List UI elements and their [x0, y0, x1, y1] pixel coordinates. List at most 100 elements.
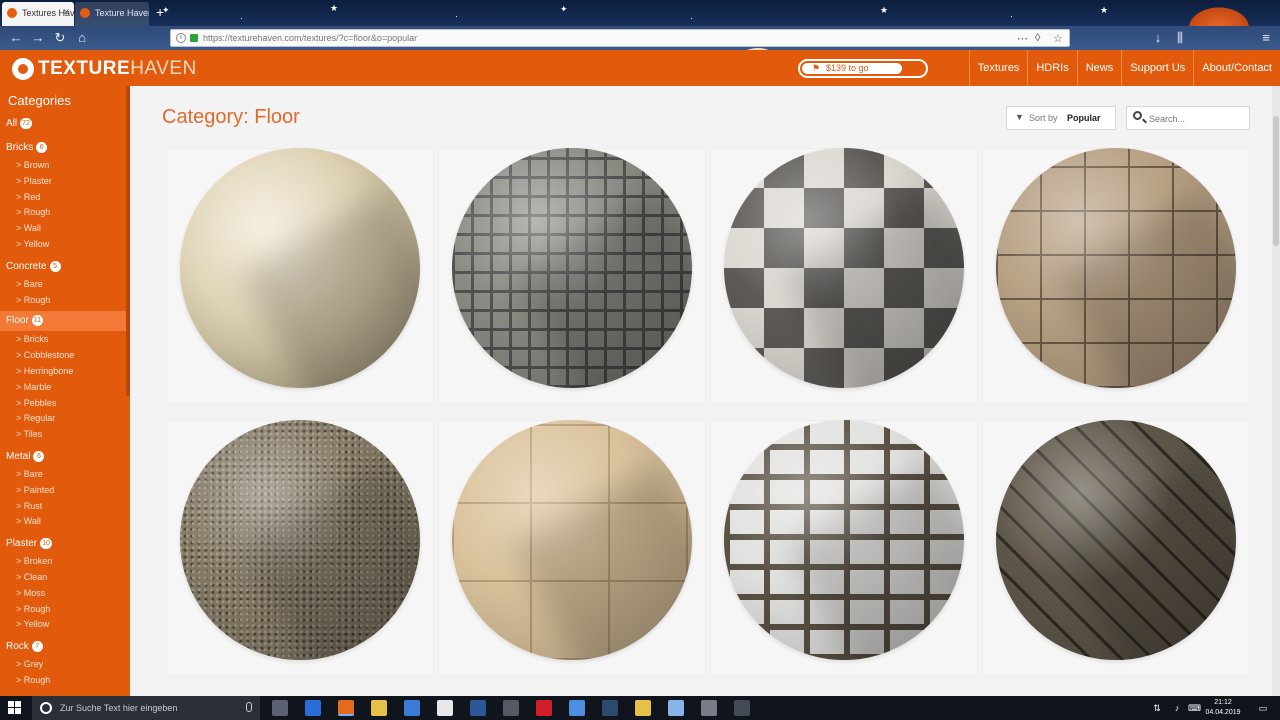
- pocket-icon[interactable]: ◊: [1035, 32, 1040, 44]
- scrollbar-thumb[interactable]: [1273, 116, 1279, 246]
- texture-card-dark-small-tiles[interactable]: [438, 148, 706, 404]
- sidebar-subcategory-marble[interactable]: > Marble: [16, 382, 51, 392]
- nav-about-contact[interactable]: About/Contact: [1193, 50, 1280, 86]
- sidebar-subcategory-clean[interactable]: > Clean: [16, 572, 47, 582]
- page-actions-icon[interactable]: ⋯: [1017, 32, 1028, 45]
- reload-icon[interactable]: ↻: [52, 30, 68, 46]
- sidebar-category-all[interactable]: All 72: [6, 118, 32, 129]
- info-icon[interactable]: i: [176, 33, 186, 43]
- sidebar-category-floor[interactable]: Floor 11: [0, 311, 126, 332]
- url-bar[interactable]: i https://texturehaven.com/textures/?c=f…: [170, 29, 1070, 47]
- texture-card-sandstone-tiles[interactable]: [438, 420, 706, 676]
- firefox-icon[interactable]: [338, 700, 354, 716]
- notification-center-icon[interactable]: ▭: [1258, 703, 1268, 713]
- sidebar-subcategory-tiles[interactable]: > Tiles: [16, 429, 42, 439]
- nav-news[interactable]: News: [1076, 50, 1122, 86]
- patreon-goal-progress[interactable]: ⚑ $139 to go: [798, 59, 928, 78]
- sidebar-subcategory-pebbles[interactable]: > Pebbles: [16, 398, 56, 408]
- clock[interactable]: 21:12 04.04.2019: [1203, 698, 1243, 718]
- edge-icon[interactable]: [305, 700, 321, 716]
- sidebar-subcategory-yellow[interactable]: > Yellow: [16, 239, 49, 249]
- steam-icon[interactable]: [602, 700, 618, 716]
- sidebar-subcategory-broken[interactable]: > Broken: [16, 556, 52, 566]
- sidebar-category-plaster[interactable]: Plaster 10: [6, 538, 52, 549]
- nav-support-us[interactable]: Support Us: [1121, 50, 1193, 86]
- photos-icon[interactable]: [569, 700, 585, 716]
- tab-texturehaven-active[interactable]: Textures Haven ✕: [2, 2, 74, 26]
- sort-dropdown[interactable]: ▼ Sort by Popular: [1006, 106, 1116, 130]
- store-icon[interactable]: [437, 700, 453, 716]
- sidebar-subcategory-regular[interactable]: > Regular: [16, 413, 55, 423]
- back-icon[interactable]: ←: [8, 30, 24, 46]
- mail-icon[interactable]: [404, 700, 420, 716]
- sidebar-subcategory-wall[interactable]: > Wall: [16, 223, 41, 233]
- sidebar-subcategory-rough[interactable]: > Rough: [16, 295, 50, 305]
- texture-card-white-cobblestone[interactable]: [710, 420, 978, 676]
- file-explorer-icon[interactable]: [371, 700, 387, 716]
- sidebar-subcategory-rough[interactable]: > Rough: [16, 675, 50, 685]
- sidebar-subcategory-herringbone[interactable]: > Herringbone: [16, 366, 73, 376]
- texture-preview-sphere[interactable]: [452, 148, 692, 388]
- sidebar-category-bricks[interactable]: Bricks 6: [6, 142, 48, 153]
- search-input[interactable]: [1149, 111, 1245, 126]
- texture-card-gravel[interactable]: [166, 420, 434, 676]
- texture-preview-sphere[interactable]: [996, 148, 1236, 388]
- volume-icon[interactable]: ♪: [1172, 703, 1182, 713]
- task-view-icon[interactable]: [272, 700, 288, 716]
- home-icon[interactable]: ⌂: [74, 30, 90, 46]
- files-icon[interactable]: [668, 700, 684, 716]
- nav-hdris[interactable]: HDRIs: [1027, 50, 1076, 86]
- sidebar-subcategory-red[interactable]: > Red: [16, 192, 40, 202]
- texture-preview-sphere[interactable]: [996, 420, 1236, 660]
- nav-textures[interactable]: Textures: [968, 50, 1028, 86]
- close-icon[interactable]: ✕: [62, 7, 70, 18]
- sidebar-subcategory-bricks[interactable]: > Bricks: [16, 334, 48, 344]
- main-scrollbar[interactable]: [1272, 86, 1280, 696]
- texture-card-checker-marble[interactable]: [710, 148, 978, 404]
- sidebar-subcategory-yellow[interactable]: > Yellow: [16, 619, 49, 629]
- bookmark-star-icon[interactable]: ☆: [1053, 32, 1063, 45]
- keyboard-icon[interactable]: ⌨: [1188, 703, 1201, 713]
- netflix-icon[interactable]: [536, 700, 552, 716]
- texturehaven-logo-icon[interactable]: [12, 58, 34, 80]
- sidebar-subcategory-rough[interactable]: > Rough: [16, 604, 50, 614]
- menu-icon[interactable]: ≡: [1258, 30, 1274, 46]
- microphone-icon[interactable]: [246, 702, 252, 712]
- sidebar-subcategory-plaster[interactable]: > Plaster: [16, 176, 52, 186]
- windows-start-icon[interactable]: [8, 701, 22, 715]
- sidebar-subcategory-grey[interactable]: > Grey: [16, 659, 43, 669]
- texture-card-beige-tiles[interactable]: [166, 148, 434, 404]
- texture-preview-sphere[interactable]: [180, 420, 420, 660]
- site-logo[interactable]: TEXTUREHAVEN: [38, 58, 197, 80]
- forward-icon[interactable]: →: [30, 30, 46, 46]
- sidebar-subcategory-wall[interactable]: > Wall: [16, 516, 41, 526]
- url-text[interactable]: https://texturehaven.com/textures/?c=flo…: [203, 33, 417, 43]
- sidebar-subcategory-painted[interactable]: > Painted: [16, 485, 54, 495]
- sidebar-subcategory-bare[interactable]: > Bare: [16, 279, 43, 289]
- sidebar-subcategory-moss[interactable]: > Moss: [16, 588, 45, 598]
- tab-texturehaven[interactable]: Texture Haven: [75, 2, 149, 26]
- sidebar-subcategory-brown[interactable]: > Brown: [16, 160, 49, 170]
- download-icon[interactable]: ↓: [1150, 30, 1166, 46]
- texture-preview-sphere[interactable]: [452, 420, 692, 660]
- terminal-icon[interactable]: [734, 700, 750, 716]
- sidebar-subcategory-rust[interactable]: > Rust: [16, 501, 42, 511]
- taskbar-search[interactable]: Zur Suche Text hier eingeben: [32, 696, 260, 720]
- sidebar-category-metal[interactable]: Metal 6: [6, 451, 45, 462]
- sidebar-subcategory-rough[interactable]: > Rough: [16, 207, 50, 217]
- calculator-icon[interactable]: [503, 700, 519, 716]
- new-tab-icon[interactable]: +: [156, 4, 164, 20]
- sidebar-category-concrete[interactable]: Concrete 5: [6, 260, 61, 272]
- texture-preview-sphere[interactable]: [180, 148, 420, 388]
- network-icon[interactable]: ⇅: [1152, 703, 1162, 713]
- sidebar-subcategory-bare[interactable]: > Bare: [16, 469, 43, 479]
- folder-icon[interactable]: [635, 700, 651, 716]
- sidebar-category-rock[interactable]: Rock 7: [6, 641, 43, 652]
- word-icon[interactable]: [470, 700, 486, 716]
- library-icon[interactable]: ⫼: [1172, 30, 1188, 46]
- texture-preview-sphere[interactable]: [724, 148, 964, 388]
- texture-preview-sphere[interactable]: [724, 420, 964, 660]
- search-box[interactable]: [1126, 106, 1250, 130]
- app-icon[interactable]: [701, 700, 717, 716]
- texture-card-tan-tiles[interactable]: [982, 148, 1250, 404]
